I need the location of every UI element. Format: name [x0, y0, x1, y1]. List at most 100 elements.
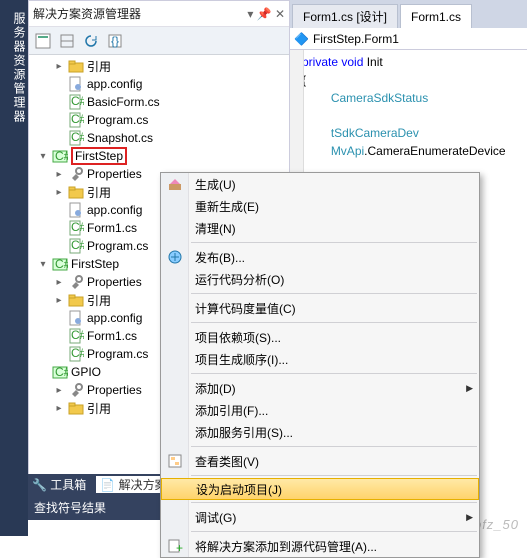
menu-item-label: 发布(B)... — [195, 249, 245, 266]
code-text[interactable]: private void Init { CameraSdkStatus tSdk… — [290, 50, 527, 161]
menu-item[interactable]: 重新生成(E) — [161, 195, 479, 217]
tree-node-label: FirstStep — [71, 257, 119, 271]
wrench-icon — [68, 382, 84, 398]
refresh-icon[interactable] — [83, 33, 99, 49]
panel-title-buttons[interactable]: ▾ 📌 ✕ — [243, 7, 285, 21]
menu-separator — [191, 373, 477, 374]
server-explorer-vertical-tab[interactable]: 服务器资源管理器 — [0, 0, 28, 536]
tree-node[interactable]: C#Snapshot.cs — [35, 129, 289, 147]
wrench-icon — [68, 166, 84, 182]
editor-nav-bar[interactable]: 🔷 FirstStep.Form1 — [290, 28, 527, 50]
tree-node-label: Properties — [87, 167, 142, 181]
menu-item-label: 生成(U) — [195, 176, 236, 193]
solution-explorer-toolbar: {} — [29, 27, 289, 55]
menu-item-label: 清理(N) — [195, 220, 236, 237]
folder-icon — [68, 292, 84, 308]
menu-item[interactable]: 清理(N) — [161, 217, 479, 239]
tree-node-label: Properties — [87, 275, 142, 289]
tree-node-label: Program.cs — [87, 113, 148, 127]
proj-icon: C# — [52, 256, 68, 272]
tree-node[interactable]: app.config — [35, 75, 289, 93]
expand-glyph[interactable]: ▸ — [53, 385, 65, 396]
addsrc-icon: + — [167, 538, 183, 554]
svg-text:C#: C# — [71, 112, 84, 126]
tab-form1-design[interactable]: Form1.cs [设计] — [292, 4, 398, 28]
menu-item-label: 添加引用(F)... — [195, 402, 268, 419]
menu-item[interactable]: 项目依赖项(S)... — [161, 326, 479, 348]
menu-item[interactable]: 生成(U) — [161, 173, 479, 195]
svg-text:C#: C# — [55, 257, 68, 271]
menu-item-label: 查看类图(V) — [195, 453, 259, 470]
menu-separator — [191, 322, 477, 323]
tab-form1-cs[interactable]: Form1.cs — [400, 4, 472, 28]
menu-item[interactable]: 运行代码分析(O) — [161, 268, 479, 290]
menu-item[interactable]: 项目生成顺序(I)... — [161, 348, 479, 370]
cs-icon: C# — [68, 220, 84, 236]
build-icon — [167, 176, 183, 192]
expand-glyph[interactable]: ▸ — [53, 295, 65, 306]
tree-node-label: BasicForm.cs — [87, 95, 160, 109]
expand-glyph[interactable]: ▾ — [37, 151, 49, 162]
tree-node-label: app.config — [87, 77, 142, 91]
solution-explorer-titlebar: 解决方案资源管理器 ▾ 📌 ✕ — [29, 1, 289, 27]
svg-text:C#: C# — [71, 346, 84, 360]
class-nav-label: FirstStep.Form1 — [313, 32, 399, 46]
editor-tab-strip: Form1.cs [设计] Form1.cs — [290, 0, 527, 28]
expand-glyph[interactable]: ▸ — [53, 169, 65, 180]
svg-text:C#: C# — [55, 149, 68, 163]
expand-glyph[interactable]: ▾ — [37, 259, 49, 270]
properties-icon[interactable] — [35, 33, 51, 49]
tree-node[interactable]: C#BasicForm.cs — [35, 93, 289, 111]
menu-item[interactable]: 计算代码度量值(C) — [161, 297, 479, 319]
menu-item[interactable]: 查看类图(V) — [161, 450, 479, 472]
tree-node[interactable]: ▾ C#FirstStep — [35, 147, 289, 165]
view-code-icon[interactable]: {} — [107, 33, 123, 49]
classview-icon — [167, 453, 183, 469]
expand-glyph[interactable]: ▸ — [53, 403, 65, 414]
tree-node[interactable]: C#Program.cs — [35, 111, 289, 129]
svg-text:C#: C# — [71, 94, 84, 108]
panel-title: 解决方案资源管理器 — [33, 5, 141, 22]
submenu-arrow-icon: ▶ — [466, 512, 473, 523]
menu-separator — [191, 502, 477, 503]
menu-item[interactable]: + 将解决方案添加到源代码管理(A)... — [161, 535, 479, 557]
menu-item-label: 添加(D) — [195, 380, 236, 397]
cs-icon: C# — [68, 112, 84, 128]
tree-node-label: GPIO — [71, 365, 101, 379]
menu-item[interactable]: 调试(G)▶ — [161, 506, 479, 528]
menu-item[interactable]: 添加服务引用(S)... — [161, 421, 479, 443]
tree-node-label: FirstStep — [71, 147, 127, 165]
folder-icon — [68, 58, 84, 74]
svg-text:C#: C# — [71, 238, 84, 252]
show-all-icon[interactable] — [59, 33, 75, 49]
menu-separator — [191, 293, 477, 294]
menu-item-label: 项目生成顺序(I)... — [195, 351, 288, 368]
tree-node-label: app.config — [87, 311, 142, 325]
tree-node-label: Program.cs — [87, 347, 148, 361]
cs-icon: C# — [68, 238, 84, 254]
project-context-menu: 生成(U) 重新生成(E) 清理(N) 发布(B)... 运行代码分析(O) 计算代码度量… — [160, 172, 480, 558]
cs-icon: C# — [68, 130, 84, 146]
wrench-icon — [68, 274, 84, 290]
menu-item[interactable]: 发布(B)... — [161, 246, 479, 268]
expand-glyph[interactable]: ▸ — [53, 277, 65, 288]
menu-item-label: 将解决方案添加到源代码管理(A)... — [195, 538, 377, 555]
menu-item-label: 运行代码分析(O) — [195, 271, 284, 288]
tree-node[interactable]: ▸ 引用 — [35, 57, 289, 75]
folder-icon — [68, 400, 84, 416]
class-nav-icon: 🔷 — [294, 32, 309, 46]
svg-text:C#: C# — [71, 130, 84, 144]
menu-item[interactable]: 添加(D)▶ — [161, 377, 479, 399]
menu-item[interactable]: 设为启动项目(J) — [161, 478, 479, 500]
tree-node-label: Program.cs — [87, 239, 148, 253]
svg-text:C#: C# — [71, 220, 84, 234]
menu-item-label: 重新生成(E) — [195, 198, 259, 215]
toolbox-tab[interactable]: 🔧 工具箱 — [32, 476, 86, 493]
expand-glyph[interactable]: ▸ — [53, 187, 65, 198]
menu-separator — [191, 531, 477, 532]
publish-icon — [167, 249, 183, 265]
expand-glyph[interactable]: ▸ — [53, 61, 65, 72]
tree-node-label: 引用 — [87, 58, 111, 75]
menu-item[interactable]: 添加引用(F)... — [161, 399, 479, 421]
folder-icon — [68, 184, 84, 200]
